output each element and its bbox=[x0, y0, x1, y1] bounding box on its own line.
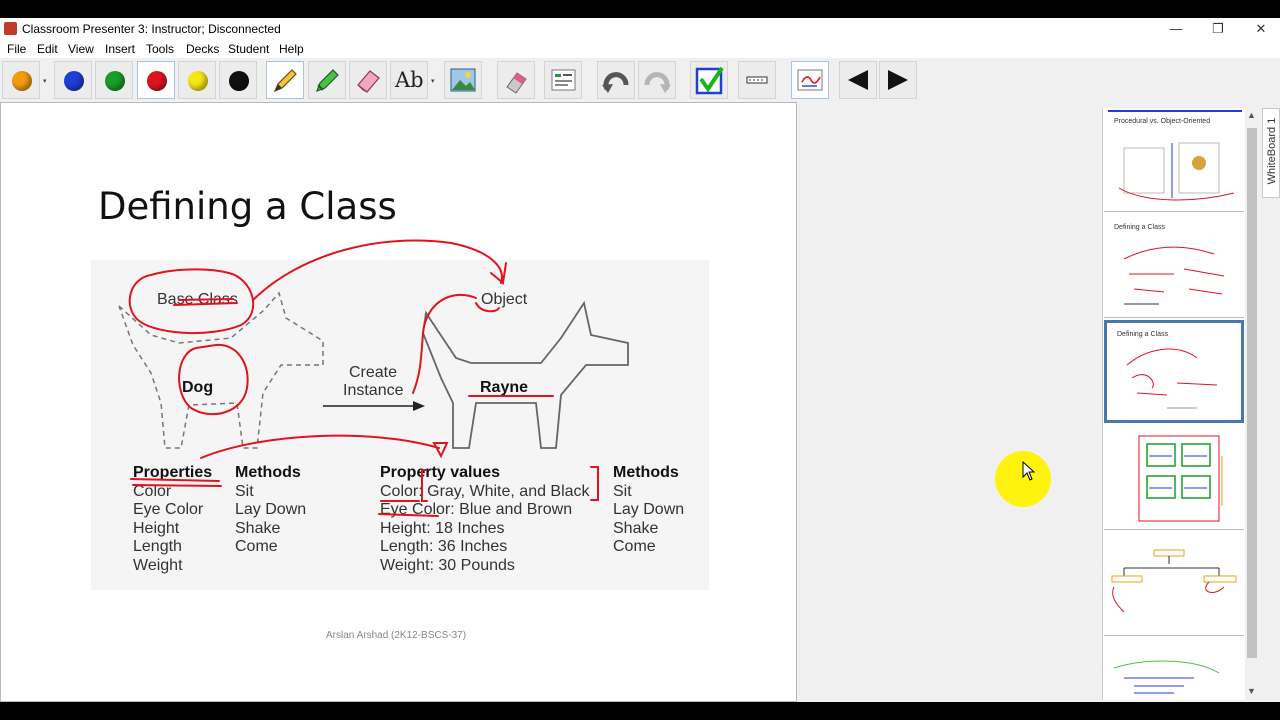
mouse-cursor-icon bbox=[1022, 461, 1036, 481]
ink-curve-to-object bbox=[252, 239, 503, 301]
text-dropdown-arrow[interactable]: ▾ bbox=[431, 77, 435, 85]
scroll-thumb[interactable] bbox=[1247, 128, 1257, 658]
ink-color-bracket bbox=[421, 466, 599, 502]
ink-arrowhead-values bbox=[432, 442, 449, 459]
green-pen-icon bbox=[105, 71, 125, 91]
highlighter-tool-button[interactable] bbox=[308, 61, 346, 99]
eraser-icon bbox=[357, 70, 380, 93]
menu-insert[interactable]: Insert bbox=[105, 42, 135, 56]
ink-base-class-underline bbox=[173, 298, 238, 306]
quick-poll-button[interactable] bbox=[690, 61, 728, 99]
thumbnail-preview bbox=[1138, 435, 1223, 522]
pen-black-button[interactable] bbox=[219, 61, 257, 99]
ink-object-underline bbox=[475, 302, 500, 313]
slide-thumbnails-panel: Procedural vs. Object-Oriented Defining … bbox=[1102, 108, 1246, 700]
menu-file[interactable]: File bbox=[7, 42, 26, 56]
ink-dog-circle bbox=[178, 343, 249, 416]
scroll-down-arrow[interactable]: ▼ bbox=[1247, 686, 1256, 696]
eraser-tool-button[interactable] bbox=[349, 61, 387, 99]
text-tool-label: Ab bbox=[395, 68, 424, 92]
ink-base-class-circle bbox=[128, 268, 255, 334]
ink-annotations bbox=[128, 239, 599, 517]
close-button[interactable]: ✕ bbox=[1238, 18, 1280, 40]
whiteboard-button[interactable] bbox=[791, 61, 829, 99]
previous-slide-button[interactable] bbox=[839, 61, 877, 99]
blue-pen-icon bbox=[64, 71, 84, 91]
eraser-slide-icon bbox=[506, 72, 527, 94]
minimize-button[interactable]: — bbox=[1153, 18, 1199, 40]
pen-dropdown-arrow[interactable]: ▾ bbox=[43, 77, 47, 85]
pen-red-button[interactable] bbox=[137, 61, 175, 99]
ink-object-hook bbox=[412, 293, 477, 394]
menu-bar: File Edit View Insert Tools Decks Studen… bbox=[0, 40, 1280, 58]
thumbnail-title: Defining a Class bbox=[1117, 331, 1168, 338]
thumbnail-preview bbox=[1113, 660, 1220, 694]
window-title: Classroom Presenter 3: Instructor; Disco… bbox=[22, 22, 281, 36]
menu-student[interactable]: Student bbox=[228, 42, 269, 56]
thumbnail-title: Procedural vs. Object-Oriented bbox=[1114, 118, 1211, 125]
thumbnail-preview bbox=[1111, 549, 1237, 613]
slide-thumbnail-6[interactable] bbox=[1104, 638, 1244, 700]
slide-thumbnail-5[interactable] bbox=[1104, 532, 1244, 636]
ink-color-underline bbox=[378, 500, 439, 517]
whiteboard-tab-label: WhiteBoard 1 bbox=[1266, 117, 1278, 185]
toolbar: ▾ Ab ▾ bbox=[0, 58, 1280, 102]
maximize-button[interactable]: ❐ bbox=[1195, 18, 1241, 40]
menu-edit[interactable]: Edit bbox=[37, 42, 58, 56]
scroll-up-arrow[interactable]: ▲ bbox=[1247, 110, 1256, 120]
arrow-left-icon bbox=[848, 70, 868, 90]
whiteboard-tab[interactable]: WhiteBoard 1 bbox=[1262, 108, 1280, 198]
network-button[interactable] bbox=[738, 61, 776, 99]
menu-view[interactable]: View bbox=[68, 42, 94, 56]
text-tool-button[interactable]: Ab bbox=[390, 61, 428, 99]
clear-ink-button[interactable] bbox=[497, 61, 535, 99]
insert-image-button[interactable] bbox=[444, 61, 482, 99]
slide-canvas[interactable]: Defining a Class Base Class Object Creat… bbox=[0, 102, 797, 702]
redo-button[interactable] bbox=[638, 61, 676, 99]
undo-button[interactable] bbox=[597, 61, 635, 99]
pen-green-button[interactable] bbox=[95, 61, 133, 99]
ink-properties-curve bbox=[200, 434, 440, 459]
pen-yellow-button[interactable] bbox=[178, 61, 216, 99]
next-slide-button[interactable] bbox=[879, 61, 917, 99]
checkmark-icon bbox=[695, 66, 724, 95]
slide-thumbnail-1[interactable]: Procedural vs. Object-Oriented bbox=[1104, 108, 1244, 212]
thumbnail-title: Defining a Class bbox=[1114, 224, 1165, 231]
menu-help[interactable]: Help bbox=[279, 42, 304, 56]
thumbnail-scrollbar[interactable]: ▲ ▼ bbox=[1245, 108, 1259, 700]
menu-decks[interactable]: Decks bbox=[186, 42, 219, 56]
image-icon bbox=[450, 68, 476, 92]
app-icon bbox=[4, 22, 17, 35]
black-pen-icon bbox=[229, 71, 249, 91]
pen-tool-button[interactable] bbox=[266, 61, 304, 99]
redo-icon bbox=[644, 72, 671, 93]
slide-thumbnail-2[interactable]: Defining a Class bbox=[1104, 214, 1244, 318]
red-pen-icon bbox=[147, 71, 167, 91]
yellow-pen-icon bbox=[188, 71, 208, 91]
undo-icon bbox=[602, 72, 629, 93]
app-window: Classroom Presenter 3: Instructor; Disco… bbox=[0, 18, 1280, 702]
slide-thumbnail-3[interactable]: Defining a Class bbox=[1104, 320, 1244, 423]
slide-notes-button[interactable] bbox=[544, 61, 582, 99]
title-bar: Classroom Presenter 3: Instructor; Disco… bbox=[0, 18, 1280, 40]
pen-orange-button[interactable] bbox=[2, 61, 40, 99]
arrow-right-icon bbox=[888, 70, 908, 90]
link-icon bbox=[746, 76, 768, 84]
ink-properties-underline bbox=[130, 478, 222, 487]
pencil-icon bbox=[273, 69, 297, 93]
highlighter-icon bbox=[315, 69, 339, 93]
menu-tools[interactable]: Tools bbox=[146, 42, 174, 56]
slide-icon bbox=[551, 69, 576, 91]
slide-thumbnail-4[interactable] bbox=[1104, 426, 1244, 530]
orange-pen-icon bbox=[12, 71, 32, 91]
whiteboard-icon bbox=[797, 69, 823, 91]
pen-blue-button[interactable] bbox=[54, 61, 92, 99]
